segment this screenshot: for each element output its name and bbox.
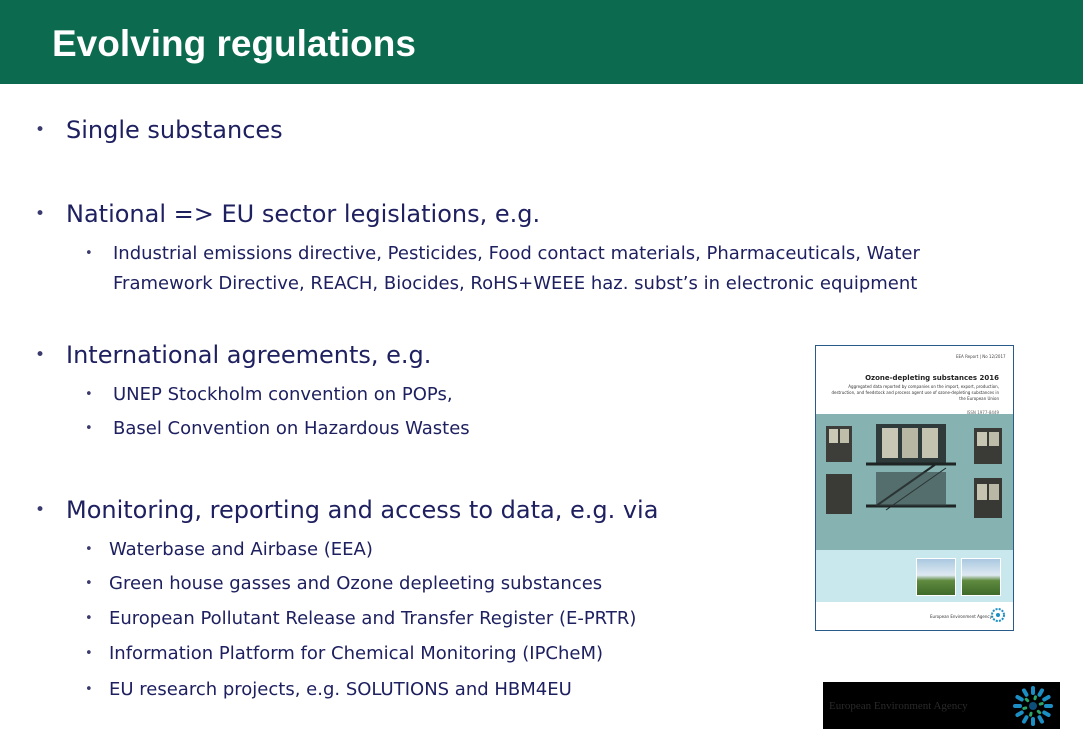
sub-bullet-dot: • — [85, 611, 93, 626]
bullet-text: Single substances — [66, 116, 283, 144]
sub-bullet-text: Basel Convention on Hazardous Wastes — [113, 418, 470, 439]
report-cover-image: EEA Report | No 12/2017 Ozone-depleting … — [815, 345, 1014, 631]
sub-bullet-text: Waterbase and Airbase (EEA) — [109, 539, 373, 560]
bullet-text: Monitoring, reporting and access to data… — [66, 496, 659, 524]
sub-bullet-eprtr: • European Pollutant Release and Transfe… — [85, 604, 637, 634]
sub-bullet-basel: • Basel Convention on Hazardous Wastes — [85, 414, 470, 444]
bullet-dot: • — [35, 204, 46, 224]
slide-title: Evolving regulations — [52, 23, 416, 64]
sub-bullet-dot: • — [85, 387, 93, 402]
sub-bullet-dot: • — [85, 246, 93, 261]
sub-bullet-text-line2: Framework Directive, REACH, Biocides, Ro… — [113, 273, 918, 294]
sub-bullet-dot: • — [85, 542, 93, 557]
bullet-dot: • — [35, 120, 46, 140]
report-number: EEA Report | No 12/2017 — [956, 354, 1006, 359]
sub-bullet-ipchem: • Information Platform for Chemical Moni… — [85, 639, 604, 669]
logo-text: European Environment Agency — [829, 700, 968, 712]
eea-logo: European Environment Agency — [823, 682, 1060, 729]
report-subtitle: Aggregated data reported by companies on… — [831, 384, 999, 401]
sub-bullet-text: Information Platform for Chemical Monito… — [109, 643, 604, 664]
sub-bullet-dot: • — [85, 682, 93, 697]
bullet-single-substances: • Single substances — [35, 115, 283, 145]
bullet-text: International agreements, e.g. — [66, 341, 432, 369]
eea-flower-icon — [1013, 686, 1053, 726]
sub-bullet-unep: • UNEP Stockholm convention on POPs, — [85, 380, 453, 410]
sub-bullet-text: Green house gasses and Ozone depleeting … — [109, 573, 603, 594]
sub-bullet-waterbase: • Waterbase and Airbase (EEA) — [85, 535, 373, 565]
sub-bullet-text: UNEP Stockholm convention on POPs, — [113, 384, 453, 405]
bullet-national-eu: • National => EU sector legislations, e.… — [35, 199, 541, 229]
sub-bullet-dot: • — [85, 646, 93, 661]
building-photo — [816, 414, 1013, 550]
report-publisher: European Environment Agency — [930, 614, 992, 619]
sub-bullet-text: European Pollutant Release and Transfer … — [109, 608, 637, 629]
bullet-monitoring: • Monitoring, reporting and access to da… — [35, 495, 659, 525]
bullet-dot: • — [35, 345, 46, 365]
sub-bullet-dot: • — [85, 421, 93, 436]
report-title: Ozone-depleting substances 2016 — [865, 374, 999, 382]
title-bar: Evolving regulations — [0, 0, 1083, 84]
sub-bullet-research: • EU research projects, e.g. SOLUTIONS a… — [85, 675, 572, 705]
bullet-dot: • — [35, 500, 46, 520]
eea-mini-logo-icon — [991, 608, 1005, 622]
sub-bullet-text-line1: Industrial emissions directive, Pesticid… — [113, 243, 920, 264]
sub-bullet-text: EU research projects, e.g. SOLUTIONS and… — [109, 679, 572, 700]
bullet-text: National => EU sector legislations, e.g. — [66, 200, 541, 228]
landscape-thumbnail-1 — [916, 558, 956, 596]
sub-bullet-dot: • — [85, 576, 93, 591]
building-illustration — [816, 414, 1013, 550]
sub-bullet-legislations: • Industrial emissions directive, Pestic… — [85, 239, 920, 299]
sub-bullet-ghg: • Green house gasses and Ozone depleetin… — [85, 569, 603, 599]
landscape-thumbnail-2 — [961, 558, 1001, 596]
bullet-international: • International agreements, e.g. — [35, 340, 432, 370]
